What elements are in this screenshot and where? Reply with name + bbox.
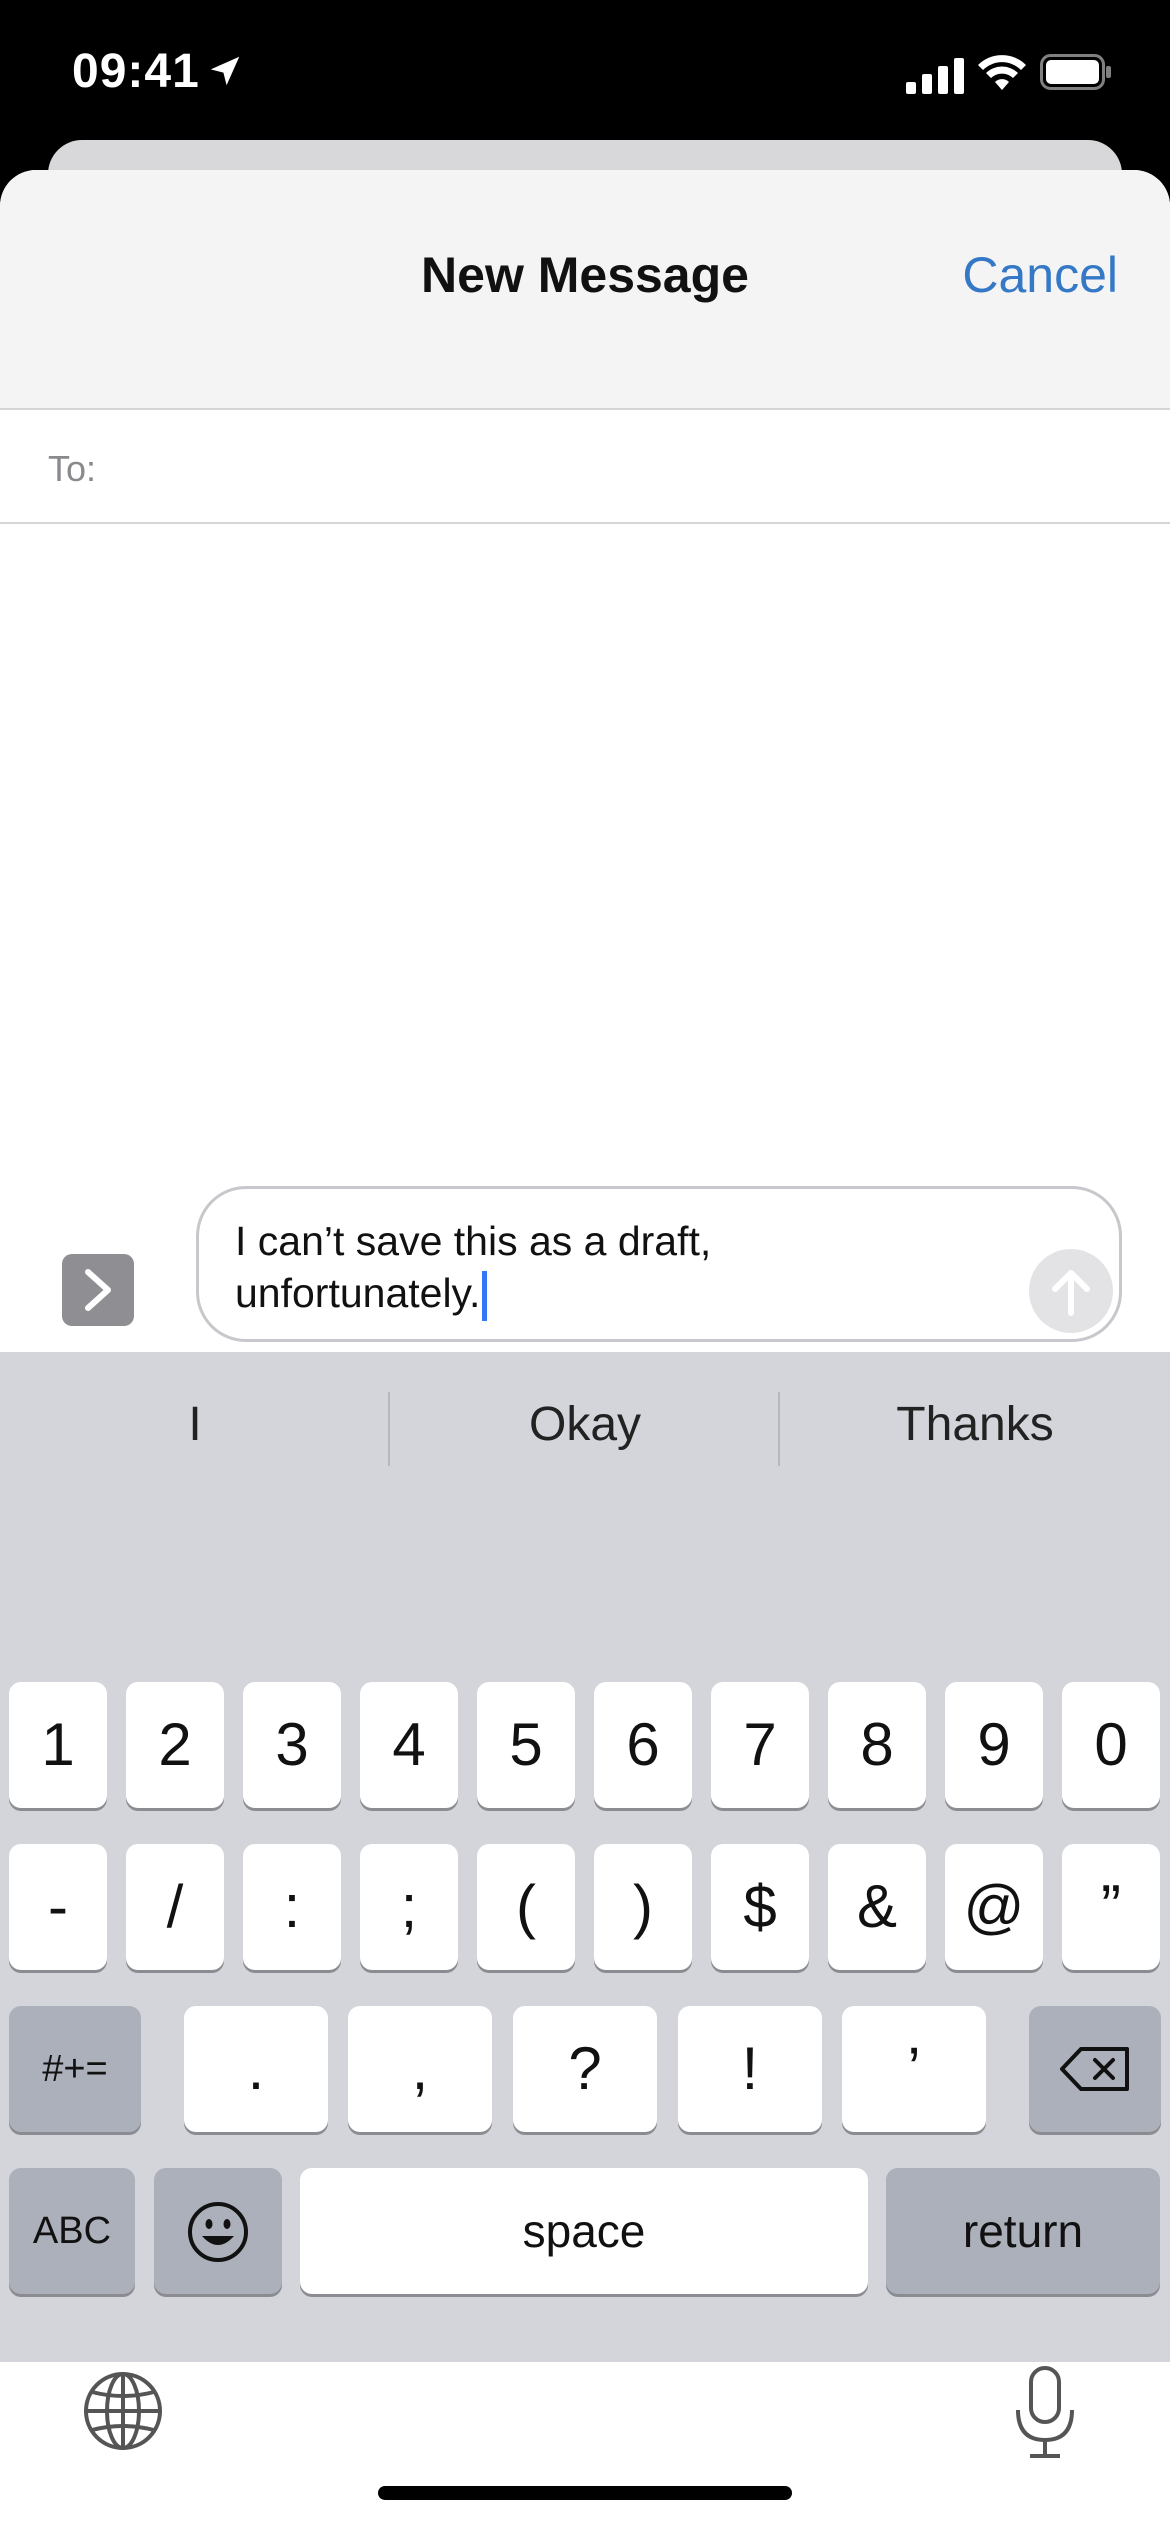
- expand-apps-button[interactable]: [62, 1254, 134, 1326]
- chevron-right-icon: [85, 1269, 111, 1311]
- suggestion-2[interactable]: Okay: [390, 1352, 780, 1498]
- key-digit[interactable]: 6: [594, 1682, 692, 1808]
- send-button[interactable]: [1029, 1249, 1113, 1333]
- key-symbol[interactable]: ;: [360, 1844, 458, 1970]
- home-indicator: [378, 2486, 792, 2500]
- globe-icon[interactable]: [82, 2370, 164, 2452]
- key-digit[interactable]: 0: [1062, 1682, 1160, 1808]
- suggestion-1[interactable]: I: [0, 1352, 390, 1498]
- abc-key[interactable]: ABC: [9, 2168, 135, 2294]
- message-line-1: I can’t save this as a draft,: [235, 1218, 712, 1264]
- key-symbol[interactable]: -: [9, 1844, 107, 1970]
- recipient-input[interactable]: [124, 432, 1124, 504]
- text-cursor: [482, 1271, 488, 1322]
- delete-icon: [1060, 2047, 1129, 2091]
- key-punctuation[interactable]: ’: [842, 2006, 986, 2132]
- key-digit[interactable]: 9: [945, 1682, 1043, 1808]
- status-time: 09:41: [72, 45, 200, 98]
- cancel-button[interactable]: Cancel: [962, 246, 1118, 304]
- suggestion-bar: I Okay Thanks: [0, 1352, 1170, 1498]
- delete-key[interactable]: [1029, 2006, 1161, 2132]
- key-punctuation[interactable]: .: [184, 2006, 328, 2132]
- location-arrow-icon: [210, 56, 240, 86]
- key-symbol[interactable]: :: [243, 1844, 341, 1970]
- key-symbol[interactable]: (: [477, 1844, 575, 1970]
- key-digit[interactable]: 1: [9, 1682, 107, 1808]
- message-input[interactable]: I can’t save this as a draft, unfortunat…: [196, 1186, 1122, 1342]
- key-symbol[interactable]: @: [945, 1844, 1043, 1970]
- key-symbol[interactable]: /: [126, 1844, 224, 1970]
- suggestion-3[interactable]: Thanks: [780, 1352, 1170, 1498]
- nav-header: New Message Cancel: [0, 170, 1170, 410]
- key-symbol[interactable]: $: [711, 1844, 809, 1970]
- key-punctuation[interactable]: ?: [513, 2006, 657, 2132]
- emoji-icon: [188, 2202, 248, 2262]
- battery-icon: [1040, 54, 1111, 90]
- signal-icon: [906, 58, 964, 94]
- key-symbol[interactable]: &: [828, 1844, 926, 1970]
- key-digit[interactable]: 7: [711, 1682, 809, 1808]
- message-line-2: unfortunately.: [235, 1270, 481, 1316]
- key-digit[interactable]: 2: [126, 1682, 224, 1808]
- wifi-icon: [978, 55, 1026, 90]
- send-arrow-icon: [1052, 1270, 1090, 1316]
- key-digit[interactable]: 3: [243, 1682, 341, 1808]
- more-symbols-key[interactable]: #+=: [9, 2006, 141, 2132]
- return-key[interactable]: return: [886, 2168, 1160, 2294]
- key-punctuation[interactable]: ,: [348, 2006, 492, 2132]
- status-bar: 09:41: [0, 0, 1170, 140]
- to-row: To:: [0, 412, 1170, 524]
- space-key[interactable]: space: [300, 2168, 868, 2294]
- key-symbol[interactable]: ”: [1062, 1844, 1160, 1970]
- microphone-icon[interactable]: [1012, 2364, 1078, 2460]
- key-digit[interactable]: 4: [360, 1682, 458, 1808]
- emoji-key[interactable]: [154, 2168, 282, 2294]
- to-label: To:: [48, 448, 97, 489]
- key-punctuation[interactable]: !: [678, 2006, 822, 2132]
- key-symbol[interactable]: ): [594, 1844, 692, 1970]
- message-text: I can’t save this as a draft, unfortunat…: [235, 1215, 1015, 1322]
- key-digit[interactable]: 8: [828, 1682, 926, 1808]
- key-digit[interactable]: 5: [477, 1682, 575, 1808]
